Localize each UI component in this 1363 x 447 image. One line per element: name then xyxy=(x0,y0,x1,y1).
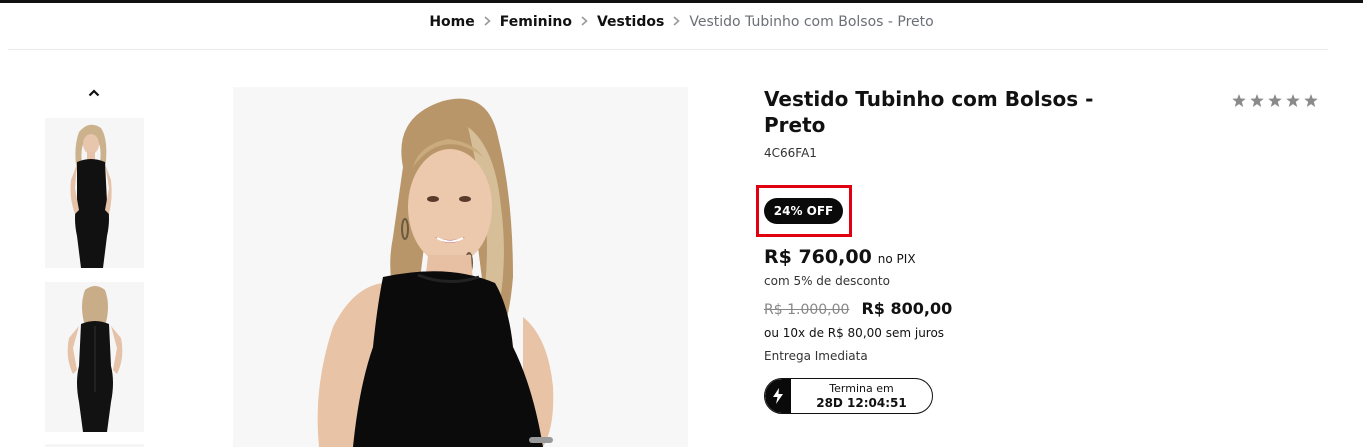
product-sku: 4C66FA1 xyxy=(764,146,817,160)
product-main-image[interactable] xyxy=(233,87,688,447)
chevron-right-icon xyxy=(673,15,681,29)
rating-stars[interactable] xyxy=(1232,94,1318,107)
breadcrumb-home[interactable]: Home xyxy=(429,14,474,30)
timer-value: 28D 12:04:51 xyxy=(816,395,907,410)
price-row: R$ 1.000,00 R$ 800,00 xyxy=(764,299,952,318)
thumbnail-front-image xyxy=(45,118,144,268)
chevron-right-icon xyxy=(581,15,588,29)
breadcrumb: Home Feminino Vestidos Vestido Tubinho c… xyxy=(0,14,1363,30)
star-icon xyxy=(1304,94,1318,107)
top-bar xyxy=(0,0,1363,3)
model-photo xyxy=(233,87,688,447)
star-icon xyxy=(1250,94,1264,107)
star-icon xyxy=(1286,94,1300,107)
current-price: R$ 800,00 xyxy=(861,299,953,318)
pix-price: R$ 760,00 xyxy=(764,246,872,268)
pix-price-row: R$ 760,00 no PIX xyxy=(764,246,916,268)
chevron-up-icon[interactable] xyxy=(84,84,104,102)
breadcrumb-current: Vestido Tubinho com Bolsos - Preto xyxy=(689,14,934,30)
breadcrumb-vestidos[interactable]: Vestidos xyxy=(597,14,664,30)
pix-discount-note: com 5% de desconto xyxy=(764,274,890,288)
chevron-right-icon xyxy=(484,15,491,29)
breadcrumb-feminino[interactable]: Feminino xyxy=(500,14,572,30)
discount-badge: 24% OFF xyxy=(764,198,843,224)
countdown-timer: Termina em 28D 12:04:51 xyxy=(764,378,933,414)
gallery-thumbnail-front[interactable] xyxy=(45,118,144,268)
old-price: R$ 1.000,00 xyxy=(764,302,850,318)
installments-text: ou 10x de R$ 80,00 sem juros xyxy=(764,326,945,340)
timer-label: Termina em xyxy=(829,381,894,395)
delivery-text: Entrega Imediata xyxy=(764,349,868,363)
gallery-thumbnail-back[interactable] xyxy=(45,282,144,432)
star-icon xyxy=(1268,94,1282,107)
lightning-bolt-icon xyxy=(765,379,791,413)
product-title: Vestido Tubinho com Bolsos - Preto xyxy=(764,87,1094,137)
thumbnail-back-image xyxy=(45,282,144,432)
pix-label: no PIX xyxy=(877,252,916,266)
header-divider xyxy=(8,49,1328,50)
star-icon xyxy=(1232,94,1246,107)
